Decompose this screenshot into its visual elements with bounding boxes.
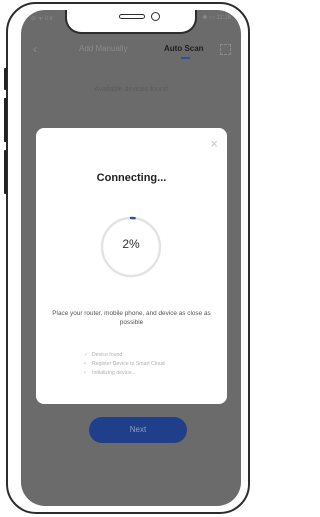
volume-up-button xyxy=(4,98,7,142)
progress-percent: 2% xyxy=(122,237,140,251)
chevron-left-icon[interactable]: ‹ xyxy=(33,42,37,56)
tab-auto-scan[interactable]: Auto Scan xyxy=(164,44,204,53)
speaker-grille xyxy=(119,14,145,19)
status-time: ✱ ▭ 11:16 xyxy=(202,15,231,21)
bullet-icon: • xyxy=(84,361,86,367)
scan-frame-icon[interactable] xyxy=(220,44,231,55)
volume-down-button xyxy=(4,150,7,194)
status-signal: ⊖ ᯤ ıl ıl xyxy=(31,16,53,22)
available-devices-heading: Available devices found xyxy=(94,86,168,93)
step-label: Device found xyxy=(92,352,123,358)
dialog-title: Connecting... xyxy=(96,172,167,184)
connecting-dialog: × Connecting... 2% Place your router, mo… xyxy=(36,128,227,404)
next-button[interactable]: Next xyxy=(89,417,187,443)
app-screen: ⊖ ᯤ ıl ıl ✱ ▭ 11:16 ‹ Add Manually Auto … xyxy=(21,10,241,506)
close-icon[interactable]: × xyxy=(210,136,218,151)
connection-steps: ✓ Device found • Register Device to Smart … xyxy=(84,351,165,378)
notch xyxy=(65,10,197,34)
active-tab-indicator xyxy=(181,57,190,59)
step-label: Register Device to Smart Cloud xyxy=(92,361,165,367)
top-nav: ‹ Add Manually Auto Scan xyxy=(21,40,241,60)
tab-add-manually[interactable]: Add Manually xyxy=(79,44,127,53)
step-initializing: • Initializing device... xyxy=(84,369,165,378)
mute-switch xyxy=(4,68,7,90)
check-icon: ✓ xyxy=(84,352,89,358)
step-label: Initializing device... xyxy=(92,370,136,376)
bullet-icon: • xyxy=(84,370,86,376)
step-register-device: • Register Device to Smart Cloud xyxy=(84,360,165,369)
step-device-found: ✓ Device found xyxy=(84,351,165,360)
placement-tip: Place your router, mobile phone, and dev… xyxy=(52,310,211,326)
camera-icon xyxy=(151,12,160,21)
